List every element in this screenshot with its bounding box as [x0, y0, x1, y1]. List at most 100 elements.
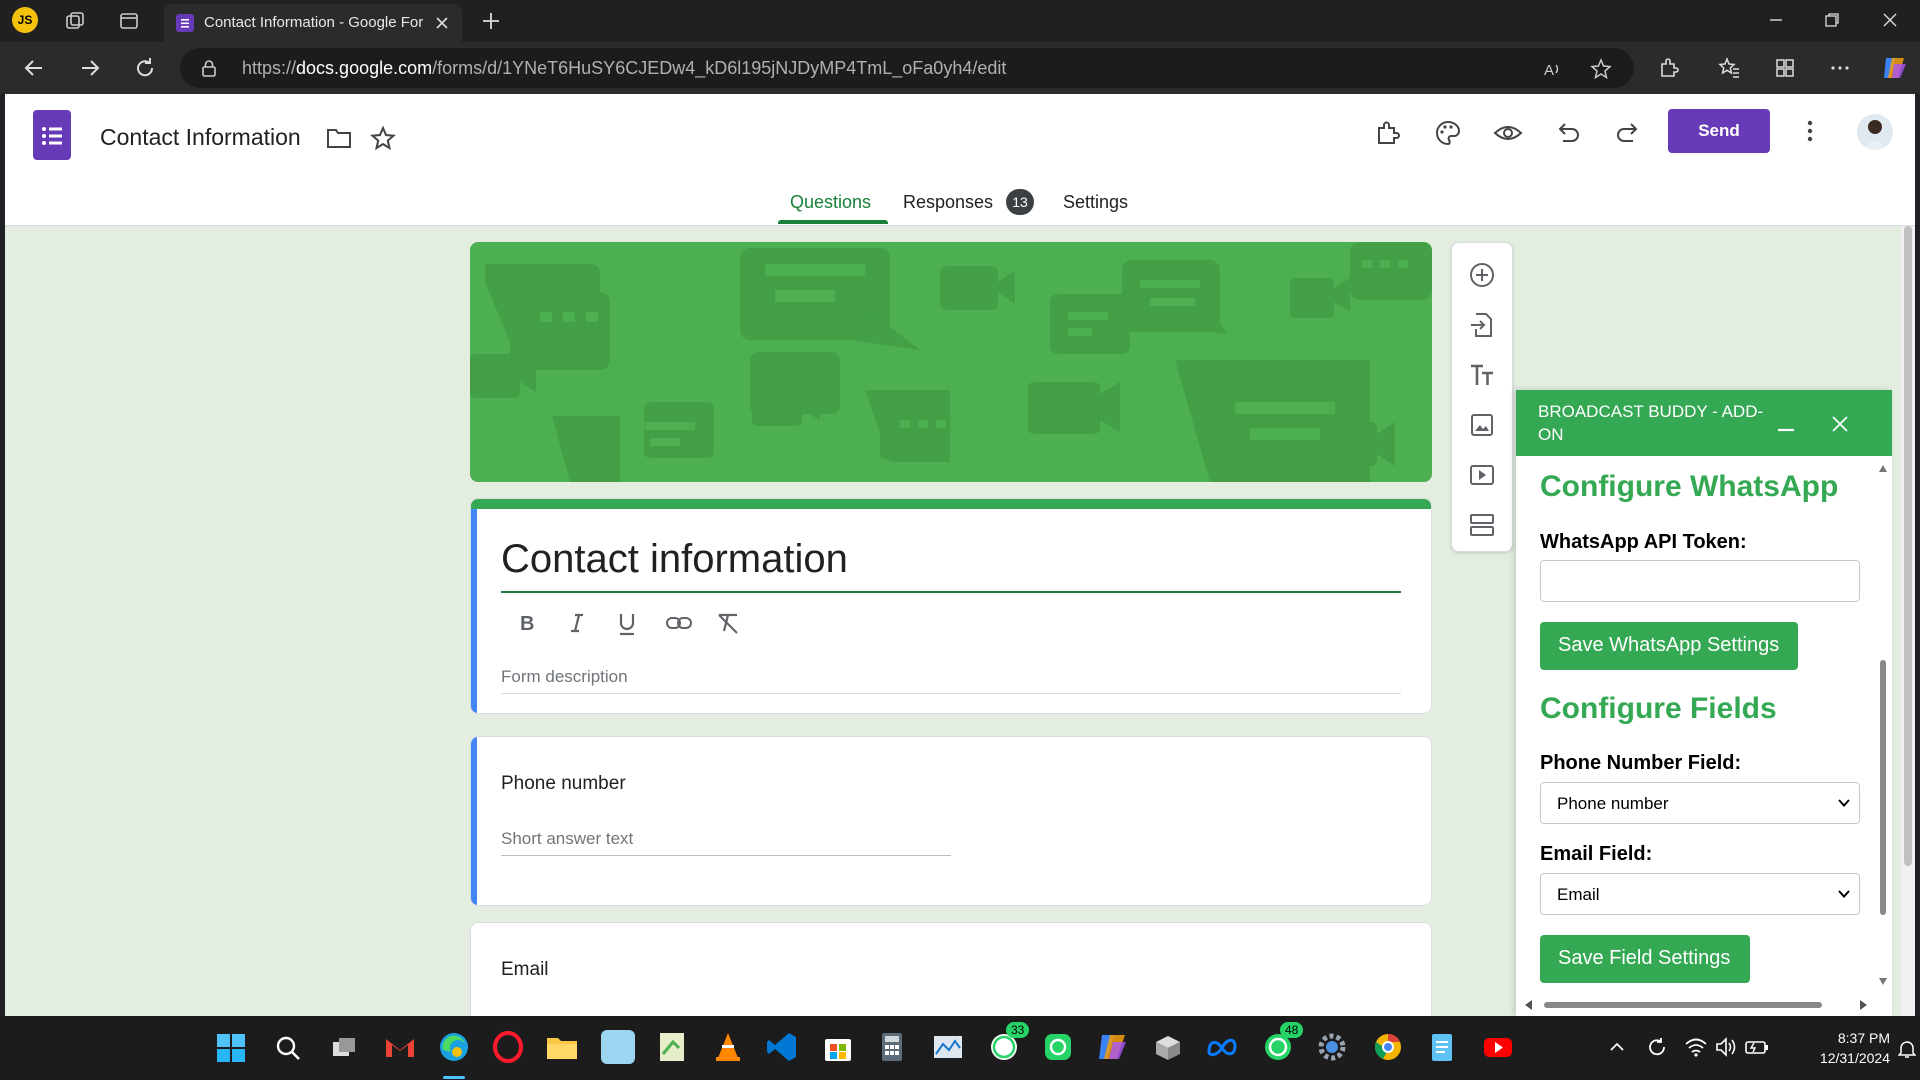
back-icon[interactable] [22, 56, 46, 80]
close-tab-icon[interactable] [434, 15, 450, 31]
forms-logo-icon[interactable] [33, 110, 71, 160]
customize-theme-icon[interactable] [1433, 118, 1463, 148]
address-bar[interactable]: https://docs.google.com/forms/d/1YNeT6Hu… [180, 48, 1634, 88]
add-question-icon[interactable] [1468, 261, 1496, 289]
copilot-app-icon[interactable] [1095, 1030, 1129, 1064]
volume-icon[interactable] [1714, 1036, 1738, 1058]
edge-browser-icon[interactable] [437, 1030, 471, 1064]
vscode-icon[interactable] [765, 1030, 799, 1064]
move-to-folder-icon[interactable] [326, 126, 352, 150]
question-card-phone[interactable]: Phone number Short answer text [470, 736, 1432, 906]
task-view-icon[interactable] [330, 1034, 358, 1062]
bold-icon[interactable]: B [515, 611, 539, 635]
whatsapp-business-icon[interactable] [1041, 1030, 1075, 1064]
show-hidden-icons-chevron-icon[interactable] [1608, 1038, 1626, 1056]
favorites-icon[interactable] [1717, 56, 1741, 80]
addons-puzzle-icon[interactable] [1373, 118, 1403, 148]
undo-icon[interactable] [1553, 118, 1583, 148]
save-whatsapp-settings-button[interactable]: Save WhatsApp Settings [1540, 622, 1798, 670]
vlc-icon[interactable] [711, 1030, 745, 1064]
refresh-icon[interactable] [133, 56, 157, 80]
question-title[interactable]: Phone number [501, 773, 626, 795]
chrome-canary-icon[interactable] [1371, 1030, 1405, 1064]
form-title-input[interactable]: Contact information [501, 537, 848, 582]
email-field-select[interactable]: Email [1540, 873, 1860, 915]
browser-toolbar: https://docs.google.com/forms/d/1YNeT6Hu… [0, 42, 1920, 94]
italic-icon[interactable] [565, 611, 589, 635]
battery-icon[interactable] [1744, 1036, 1770, 1058]
more-options-icon[interactable] [1800, 116, 1820, 146]
star-icon[interactable] [370, 125, 396, 151]
windows-start-icon[interactable] [216, 1033, 246, 1063]
doc-title[interactable]: Contact Information [100, 124, 301, 151]
read-aloud-icon[interactable]: A [1542, 58, 1564, 80]
youtube-icon[interactable] [1481, 1030, 1515, 1064]
minimize-panel-icon[interactable] [1774, 412, 1798, 436]
wifi-icon[interactable] [1684, 1036, 1708, 1058]
close-panel-icon[interactable] [1828, 412, 1852, 436]
question-title[interactable]: Email [501, 959, 549, 981]
collections-icon[interactable] [1773, 56, 1797, 80]
lock-icon[interactable] [200, 59, 218, 77]
more-menu-icon[interactable] [1828, 56, 1852, 80]
notifications-bell-icon[interactable] [1898, 1039, 1916, 1059]
phone-field-select[interactable]: Phone number [1540, 782, 1860, 824]
clock-date[interactable]: 12/31/2024 [1780, 1050, 1890, 1066]
clock-time[interactable]: 8:37 PM [1800, 1030, 1890, 1046]
microsoft-store-icon[interactable] [821, 1030, 855, 1064]
gmail-icon[interactable] [383, 1030, 417, 1064]
favorite-star-icon[interactable] [1590, 58, 1612, 80]
add-title-text-icon[interactable] [1468, 361, 1496, 389]
close-window-icon[interactable] [1880, 10, 1900, 30]
tab-title: Contact Information - Google For [204, 14, 424, 31]
api-token-input[interactable] [1540, 560, 1860, 602]
add-video-icon[interactable] [1468, 461, 1496, 489]
import-questions-icon[interactable] [1468, 311, 1496, 339]
calculator-icon[interactable] [875, 1030, 909, 1064]
extensions-icon[interactable] [1657, 56, 1681, 80]
tab-questions[interactable]: Questions [790, 192, 871, 213]
file-explorer-icon[interactable] [545, 1030, 579, 1064]
form-description-input[interactable]: Form description [501, 667, 628, 687]
addon-horizontal-scrollbar[interactable] [1522, 998, 1872, 1012]
notepad-icon[interactable] [1425, 1030, 1459, 1064]
settings-gear-icon[interactable] [1315, 1030, 1349, 1064]
page-scrollbar[interactable] [1901, 226, 1915, 1016]
insert-link-icon[interactable] [665, 611, 693, 635]
vertical-tabs-icon[interactable] [118, 10, 140, 32]
answer-underline [501, 855, 951, 856]
notepad-green-icon[interactable] [655, 1030, 689, 1064]
addon-vertical-scrollbar[interactable] [1876, 460, 1890, 990]
question-card-email[interactable]: Email [470, 922, 1432, 1016]
redo-icon[interactable] [1613, 118, 1643, 148]
send-button[interactable]: Send [1668, 109, 1770, 153]
copilot-icon[interactable] [1880, 54, 1908, 82]
tab-responses[interactable]: Responses [903, 192, 993, 213]
workspaces-icon[interactable] [64, 10, 86, 32]
preview-eye-icon[interactable] [1493, 118, 1523, 148]
clear-formatting-icon[interactable] [715, 611, 741, 635]
forward-icon[interactable] [78, 56, 102, 80]
search-icon[interactable] [274, 1034, 302, 1062]
profile-avatar[interactable]: JS [12, 7, 38, 33]
cube-app-icon[interactable] [1151, 1030, 1185, 1064]
minimize-window-icon[interactable] [1766, 10, 1786, 30]
tab-settings[interactable]: Settings [1063, 192, 1128, 213]
user-avatar[interactable] [1857, 114, 1893, 150]
new-tab-icon[interactable] [480, 10, 502, 32]
photos-chart-icon[interactable] [931, 1030, 965, 1064]
b4a-app-icon[interactable] [601, 1030, 635, 1064]
add-image-icon[interactable] [1468, 411, 1496, 439]
add-section-icon[interactable] [1468, 511, 1496, 539]
chevron-down-icon [1837, 887, 1851, 901]
active-tab[interactable]: Contact Information - Google For [164, 4, 462, 42]
opera-icon[interactable] [491, 1030, 525, 1064]
form-title-card[interactable]: Contact information B Form description [470, 498, 1432, 714]
restore-window-icon[interactable] [1822, 10, 1842, 30]
underline-icon[interactable] [615, 611, 639, 637]
page-scrollbar-thumb[interactable] [1904, 226, 1912, 866]
whatsapp-second-unread-badge: 48 [1280, 1022, 1304, 1038]
save-field-settings-button[interactable]: Save Field Settings [1540, 935, 1750, 983]
meta-icon[interactable] [1205, 1030, 1239, 1064]
sync-icon[interactable] [1645, 1035, 1669, 1059]
